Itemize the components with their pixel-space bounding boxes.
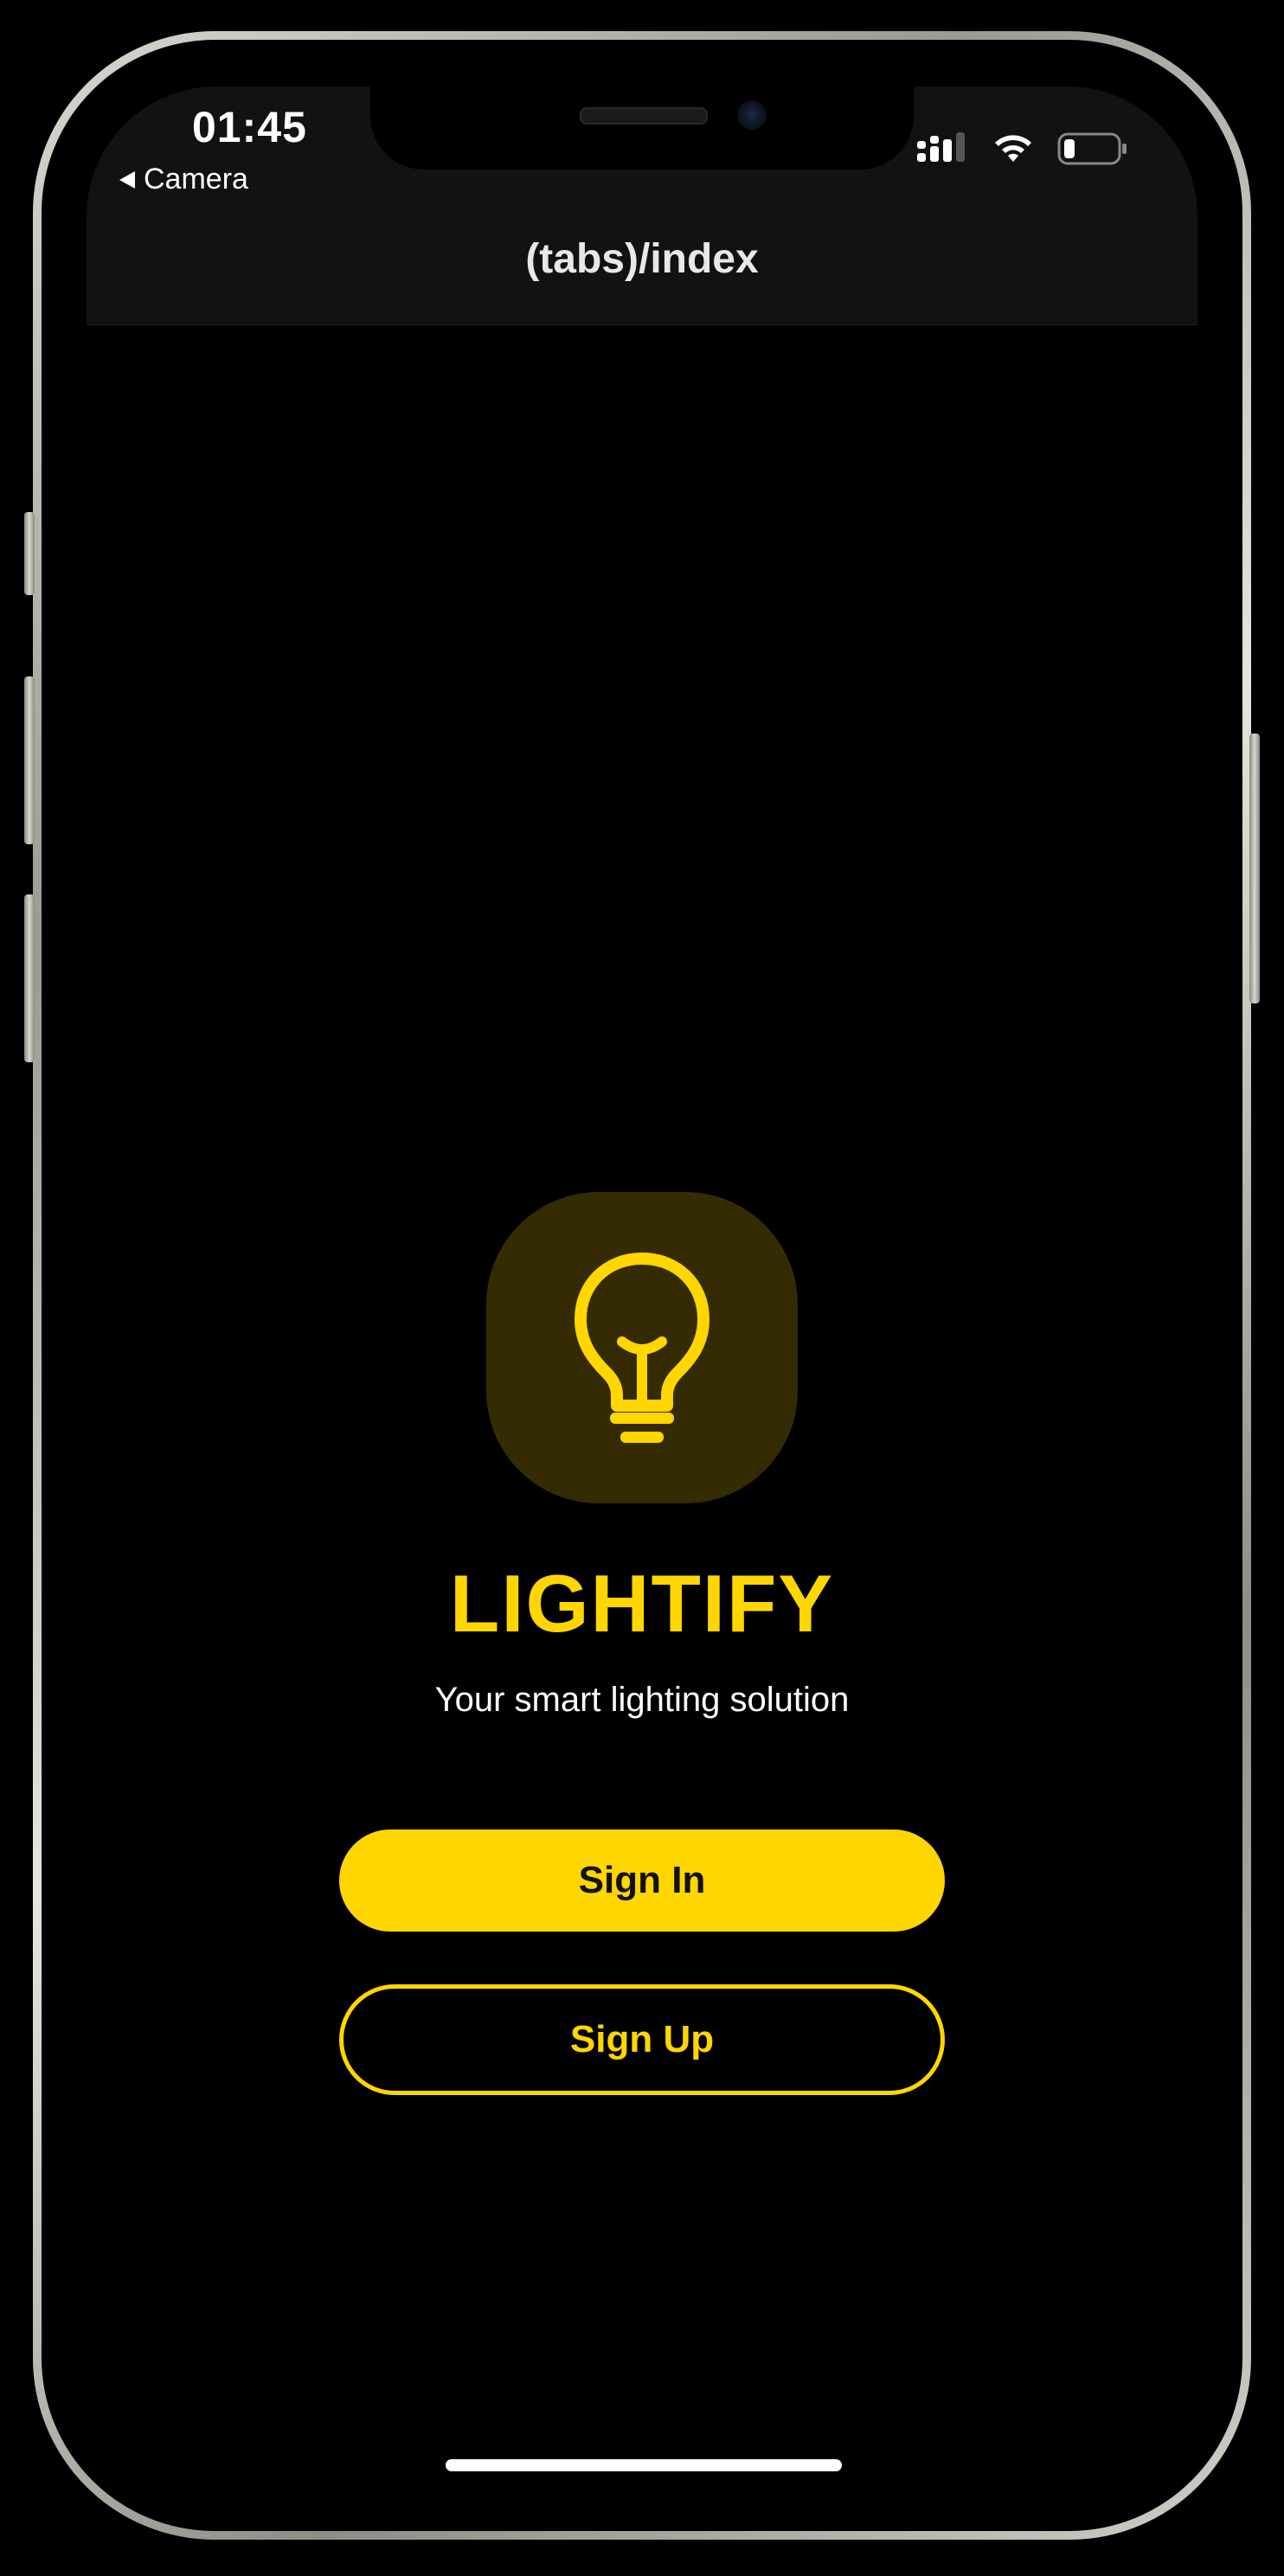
app-tagline: Your smart lighting solution [434, 1681, 850, 1719]
app-logo [486, 1192, 798, 1503]
silent-switch [24, 512, 35, 595]
back-to-camera-link[interactable]: Camera [119, 163, 248, 196]
front-camera [737, 100, 767, 130]
home-indicator[interactable] [446, 2459, 842, 2471]
wifi-icon [995, 135, 1031, 162]
lightbulb-icon [575, 1253, 709, 1443]
volume-up-button [24, 676, 35, 844]
page-title: (tabs)/index [525, 236, 759, 282]
welcome-content: LIGHTIFY Your smart lighting solution Si… [87, 324, 1197, 2491]
status-time: 01:45 [192, 103, 307, 151]
device-stage: 01:45 Camera (tabs)/index LIGHTIFY Your … [0, 0, 1284, 2576]
earpiece-speaker [580, 107, 708, 125]
app-name: LIGHTIFY [449, 1558, 835, 1649]
status-icons [917, 131, 1128, 166]
back-camera-label: Camera [144, 163, 248, 195]
sign-in-button[interactable]: Sign In [339, 1829, 945, 1932]
sign-up-button[interactable]: Sign Up [339, 1984, 945, 2095]
device-notch [370, 87, 914, 170]
signal-icon [917, 132, 965, 162]
app-screen: 01:45 Camera (tabs)/index LIGHTIFY Your … [87, 87, 1197, 2491]
power-button [1249, 734, 1260, 1003]
back-arrow-icon [119, 170, 135, 189]
volume-down-button [24, 894, 35, 1062]
battery-icon [1057, 132, 1127, 165]
